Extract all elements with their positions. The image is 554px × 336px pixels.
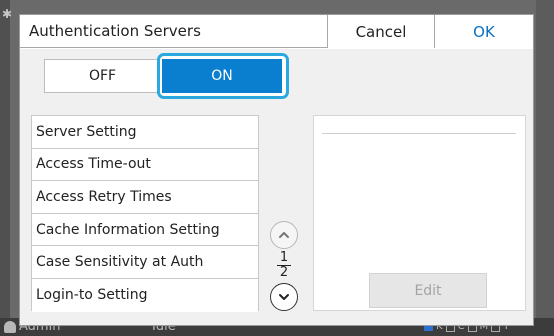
dialog-header: Authentication Servers Cancel OK <box>20 15 533 48</box>
off-button[interactable]: OFF <box>44 59 161 93</box>
gear-icon: ✱ <box>2 7 13 21</box>
list-item-case-sensitivity-at-auth[interactable]: Case Sensitivity at Auth <box>32 246 258 279</box>
chevron-up-icon <box>279 232 289 238</box>
edit-button[interactable]: Edit <box>369 273 487 308</box>
list-item-cache-information-setting[interactable]: Cache Information Setting <box>32 213 258 247</box>
total-pages: 2 <box>279 265 289 280</box>
page-indicator: 1 2 <box>267 251 301 281</box>
on-button[interactable]: ON <box>162 59 282 93</box>
on-off-toggle-group: OFF ON <box>20 49 533 103</box>
content-area: Server Setting Access Time-out Access Re… <box>20 103 533 325</box>
chevron-down-icon <box>279 294 289 300</box>
current-page: 1 <box>279 250 289 265</box>
list-item-access-time-out[interactable]: Access Time-out <box>32 148 258 182</box>
user-icon <box>4 320 16 333</box>
list-pager: 1 2 <box>267 221 301 313</box>
background-left-edge <box>0 0 10 336</box>
list-item-access-retry-times[interactable]: Access Retry Times <box>32 181 258 214</box>
page-up-button[interactable] <box>270 221 298 249</box>
settings-list: Server Setting Access Time-out Access Re… <box>31 115 259 312</box>
authentication-servers-dialog: Authentication Servers Cancel OK OFF ON … <box>19 14 534 326</box>
detail-divider <box>322 133 516 134</box>
background-right-edge <box>536 0 554 336</box>
cancel-button[interactable]: Cancel <box>327 15 434 48</box>
page-down-button[interactable] <box>270 283 298 311</box>
ok-button[interactable]: OK <box>434 15 533 48</box>
list-item-login-to-setting[interactable]: Login-to Setting <box>32 279 258 312</box>
list-item-server-setting[interactable]: Server Setting <box>32 116 258 149</box>
dialog-title: Authentication Servers <box>29 22 201 40</box>
detail-panel: Edit <box>313 115 526 311</box>
